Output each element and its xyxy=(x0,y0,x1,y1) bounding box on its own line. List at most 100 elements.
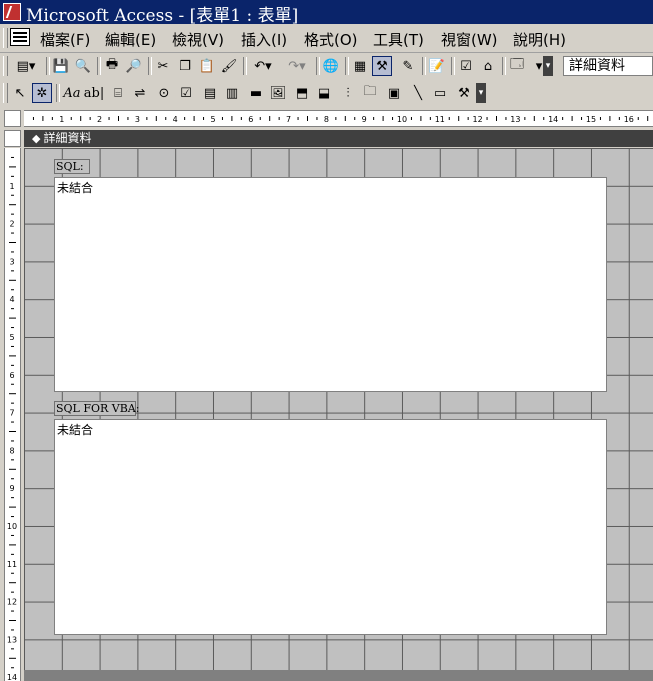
option-button-icon[interactable]: ⊙ xyxy=(154,83,174,103)
toolbar-options-icon[interactable]: ▾ xyxy=(476,83,486,103)
horizontal-ruler[interactable]: 1 2 3 4 5 6 7 8 9 10 11 12 13 14 15 16 xyxy=(24,110,653,127)
format-painter-icon[interactable]: 🖌 xyxy=(219,56,239,76)
menubar-grip[interactable] xyxy=(3,28,8,48)
rectangle-icon[interactable]: ▭ xyxy=(430,83,450,103)
search-file-icon[interactable]: 🔍 xyxy=(73,56,93,76)
ruler-label: 14 xyxy=(548,115,558,124)
toolbar-grip[interactable] xyxy=(3,56,8,76)
ruler-label: 11 xyxy=(7,560,17,569)
ruler-label: 13 xyxy=(7,635,17,644)
separator xyxy=(97,57,101,75)
menu-format[interactable]: 格式(O) xyxy=(304,29,358,50)
ruler-label: 6 xyxy=(9,371,14,380)
field-list-icon[interactable]: ▦ xyxy=(350,56,370,76)
grid-right-area[interactable] xyxy=(606,148,653,670)
build-icon[interactable]: ⌂ xyxy=(478,56,498,76)
ruler-label: 7 xyxy=(9,409,14,418)
ruler-label: 16 xyxy=(624,115,634,124)
menu-tools[interactable]: 工具(T) xyxy=(373,29,424,50)
toolbar-options-icon[interactable]: ▾ xyxy=(543,56,553,76)
database-window-icon[interactable]: 🗔 xyxy=(507,56,527,76)
redo-icon[interactable]: ↷▾ xyxy=(282,56,312,76)
ruler-label: 9 xyxy=(9,484,14,493)
ruler-label: 9 xyxy=(362,115,367,124)
menu-view[interactable]: 檢視(V) xyxy=(172,29,224,50)
separator xyxy=(502,57,506,75)
ruler-label: 1 xyxy=(59,115,64,124)
toolbox-icon[interactable]: ⚒ xyxy=(372,56,392,76)
sql-textbox[interactable]: 未結合 xyxy=(54,177,607,392)
print-preview-icon[interactable]: 🔎 xyxy=(124,56,144,76)
unbound-object-icon[interactable]: ⬒ xyxy=(292,83,312,103)
title-bar: Microsoft Access - [表單1 : 表單] xyxy=(0,0,653,26)
save-icon[interactable]: 💾 xyxy=(51,56,71,76)
toggle-button-icon[interactable]: ⇌ xyxy=(130,83,150,103)
vertical-ruler-ticks: 1234567891011121314 xyxy=(7,156,17,681)
menu-insert[interactable]: 插入(I) xyxy=(241,29,287,50)
ruler-label: 4 xyxy=(9,295,14,304)
copy-icon[interactable]: ❐ xyxy=(175,56,195,76)
page-break-icon[interactable]: ⫶ xyxy=(338,83,358,103)
separator xyxy=(243,57,247,75)
menu-edit[interactable]: 編輯(E) xyxy=(105,29,156,50)
view-icon[interactable]: ▤▾ xyxy=(10,56,42,76)
autoformat-icon[interactable]: ✎ xyxy=(398,56,418,76)
option-group-icon[interactable]: ⌸ xyxy=(108,83,128,103)
print-icon[interactable]: 🖶 xyxy=(102,56,122,76)
window-title: Microsoft Access - [表單1 : 表單] xyxy=(26,6,299,26)
ruler-label: 12 xyxy=(7,598,17,607)
image-icon[interactable]: 🖼 xyxy=(268,83,288,103)
separator xyxy=(56,84,60,102)
separator xyxy=(148,57,152,75)
control-wizards-icon[interactable]: ✲ xyxy=(32,83,52,103)
paste-icon[interactable]: 📋 xyxy=(197,56,217,76)
more-controls-icon[interactable]: ⚒ xyxy=(454,83,474,103)
hyperlink-icon[interactable]: 🌐 xyxy=(321,56,341,76)
sql-for-vba-textbox[interactable]: 未結合 xyxy=(54,419,607,635)
combobox-icon[interactable]: ▤ xyxy=(200,83,220,103)
tab-control-icon[interactable]: 🗀 xyxy=(360,83,380,103)
code-icon[interactable]: 📝 xyxy=(427,56,447,76)
command-button-icon[interactable]: ▬ xyxy=(246,83,266,103)
sql-label[interactable]: SQL: xyxy=(54,159,90,174)
ruler-label: 2 xyxy=(97,115,102,124)
bound-object-icon[interactable]: ⬓ xyxy=(314,83,334,103)
ruler-label: 6 xyxy=(248,115,253,124)
section-title: 詳細資料 xyxy=(43,131,92,145)
menu-window[interactable]: 視窗(W) xyxy=(441,29,498,50)
checkbox-icon[interactable]: ☑ xyxy=(176,83,196,103)
detail-section-header[interactable]: ◆ 詳細資料 xyxy=(24,130,653,147)
ruler-label: 3 xyxy=(9,257,14,266)
section-selector[interactable] xyxy=(4,130,21,147)
vertical-ruler[interactable]: 1 2 3 4 5 6 7 8 9 10 11 12 13 14 xyxy=(4,148,21,681)
cut-icon[interactable]: ✂ xyxy=(153,56,173,76)
menu-help[interactable]: 說明(H) xyxy=(513,29,566,50)
separator xyxy=(451,57,455,75)
form-document-icon[interactable] xyxy=(10,28,30,46)
separator xyxy=(46,57,50,75)
label-icon[interactable]: Aa xyxy=(62,83,82,103)
ruler-label: 14 xyxy=(7,673,17,681)
ruler-label: 5 xyxy=(210,115,215,124)
subform-icon[interactable]: ▣ xyxy=(384,83,404,103)
listbox-icon[interactable]: ▥ xyxy=(222,83,242,103)
form-bottom-area xyxy=(24,670,653,681)
select-objects-icon[interactable]: ↖ xyxy=(10,83,30,103)
sql-for-vba-label[interactable]: SQL FOR VBA: xyxy=(54,401,139,416)
undo-icon[interactable]: ↶▾ xyxy=(248,56,278,76)
section-arrow-icon: ◆ xyxy=(32,132,41,145)
menu-file[interactable]: 檔案(F) xyxy=(40,29,90,50)
ruler-label: 13 xyxy=(510,115,520,124)
textbox-icon[interactable]: ab| xyxy=(84,83,104,103)
ruler-label: 8 xyxy=(324,115,329,124)
form-selector[interactable] xyxy=(4,110,21,127)
section-selector-combo[interactable]: 詳細資料 xyxy=(563,56,653,76)
ruler-label: 4 xyxy=(173,115,178,124)
access-app-icon[interactable] xyxy=(3,3,21,21)
toolbar-grip[interactable] xyxy=(3,83,8,103)
line-icon[interactable]: ╲ xyxy=(408,83,428,103)
ruler-label: 7 xyxy=(286,115,291,124)
menu-bar: 檔案(F) 編輯(E) 檢視(V) 插入(I) 格式(O) 工具(T) 視窗(W… xyxy=(0,24,653,53)
ruler-label: 10 xyxy=(397,115,407,124)
properties-icon[interactable]: ☑ xyxy=(456,56,476,76)
